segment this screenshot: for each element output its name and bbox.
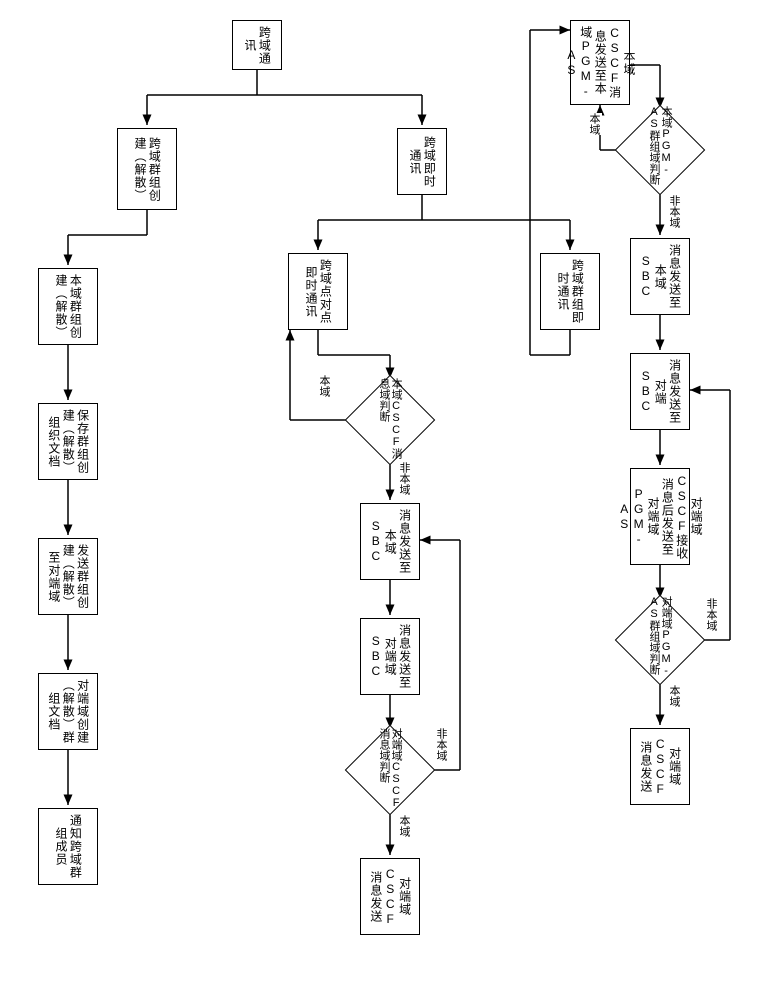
node-gc-step2: 发送群组创建（解散）至对端域 (38, 538, 98, 615)
decision-gim-2-text: 对端域PGM-AS群组域判断 (628, 596, 692, 684)
node-p2p-step1: 消息发送至对端域SBC (360, 618, 420, 695)
node-gim-nl0: 消息发送至本域SBC (630, 238, 690, 315)
node-gim-final: 对端域CSCF消息发送 (630, 728, 690, 805)
node-p2p-final: 对端域CSCF消息发送 (360, 858, 420, 935)
label-p2p-d2-nonlocal: 非本域 (433, 728, 449, 761)
node-gc-step1: 保存群组创建（解散）组织文档 (38, 403, 98, 480)
decision-p2p-1: 本域CSCF消息域判断 (358, 388, 422, 452)
label-gim-d1-local: 本域 (586, 113, 602, 135)
label-gim-d2-local: 本域 (666, 685, 682, 707)
label-p2p-d2-local: 本域 (396, 815, 412, 837)
node-gim-nl1: 消息发送至对端SBC (630, 353, 690, 430)
node-gc-step3: 对端域创建（解散）群组文档 (38, 673, 98, 750)
label-gim-d1-nonlocal: 非本域 (666, 195, 682, 228)
node-group-create: 跨域群组创建（解散） (117, 128, 177, 210)
label-p2p-d1-local: 本域 (316, 375, 332, 397)
node-gc-step4: 通知跨域群组成员 (38, 808, 98, 885)
node-p2p: 跨域点对点即时通讯 (288, 253, 348, 330)
decision-p2p-2: 对端域CSCF消息域判断 (358, 738, 422, 802)
node-gc-step0: 本域群组创建（解散） (38, 268, 98, 345)
node-root: 跨域通讯 (232, 20, 282, 70)
label-gim-d2-nonlocal: 非本域 (703, 598, 719, 631)
node-gim-step1: 本域CSCF消息发送至本域PGM-AS (570, 20, 630, 105)
node-p2p-step0: 消息发送至本域SBC (360, 503, 420, 580)
node-gim: 跨域群组即时通讯 (540, 253, 600, 330)
decision-gim-2: 对端域PGM-AS群组域判断 (628, 608, 692, 672)
decision-p2p-1-text: 本域CSCF消息域判断 (358, 378, 422, 462)
decision-p2p-2-text: 对端域CSCF消息域判断 (358, 728, 422, 812)
node-gim-nl2: 对端域CSCF接收消息后发送至对端域PGM-AS (630, 468, 690, 565)
label-p2p-d1-nonlocal: 非本域 (396, 462, 412, 495)
decision-gim-1-text: 本域PGM-AS群组域判断 (628, 106, 692, 194)
decision-gim-1: 本域PGM-AS群组域判断 (628, 118, 692, 182)
node-im: 跨域即时通讯 (397, 128, 447, 195)
